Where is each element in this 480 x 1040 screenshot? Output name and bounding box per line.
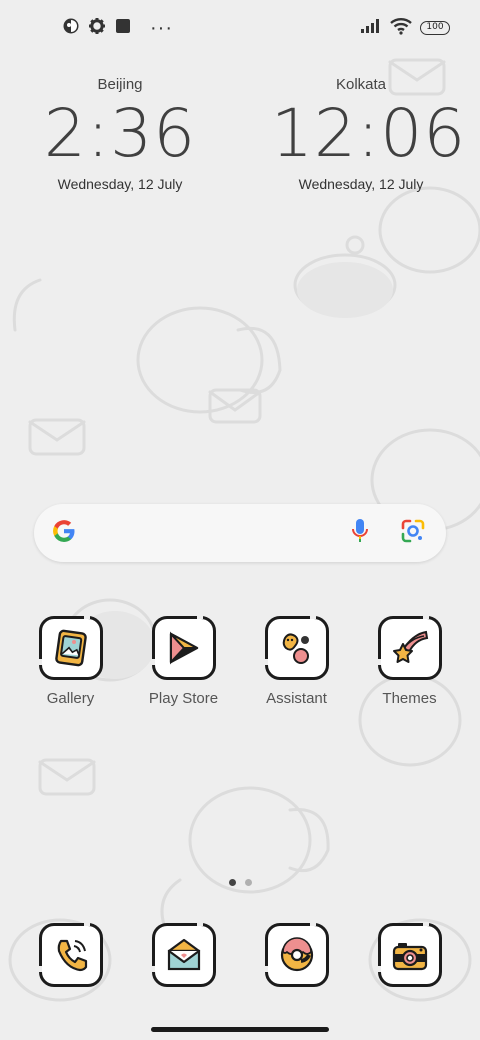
app-grid-row: Gallery Play Store Assistant Themes [0,616,480,707]
app-label: Assistant [266,690,327,707]
messages-envelope-icon [151,923,216,987]
page-dot-2[interactable] [244,879,252,886]
clock-widget-kolkata[interactable]: Kolkata 12:06 Wednesday, 12 July [271,76,467,192]
app-label: Themes [382,690,437,707]
square-icon [114,17,132,40]
dock-messages[interactable] [127,923,240,987]
browser-donut-icon [264,923,329,987]
clock-city: Beijing [97,76,143,93]
wifi-icon [390,17,412,40]
status-left: ··· [62,17,173,40]
app-label: Play Store [148,690,219,707]
google-lens-icon[interactable] [400,518,426,549]
page-dot-1[interactable] [228,879,236,886]
status-right: 100 [360,17,450,40]
dock-browser[interactable] [240,923,353,987]
clock-time: 2:36 [43,95,197,172]
dock-camera[interactable] [353,923,466,987]
camera-icon [377,923,442,987]
clock-time: 12:06 [271,95,467,172]
gallery-icon [38,616,103,680]
page-indicator [0,879,480,886]
app-label: Gallery [46,690,95,707]
app-gallery[interactable]: Gallery [14,616,127,707]
google-logo-icon [50,517,78,550]
search-actions [350,517,426,550]
dock-phone[interactable] [14,923,127,987]
clock-widget-beijing[interactable]: Beijing 2:36 Wednesday, 12 July [30,76,210,192]
clock-date: Wednesday, 12 July [298,176,424,192]
more-dots-icon: ··· [150,16,173,39]
microphone-icon[interactable] [350,517,370,550]
home-gesture-bar[interactable] [151,1027,329,1032]
phone-icon [38,923,103,987]
play-store-icon [151,616,216,680]
app-play-store[interactable]: Play Store [127,616,240,707]
status-bar: ··· 100 [0,0,480,56]
clock-city: Kolkata [335,76,387,93]
clock-date: Wednesday, 12 July [57,176,183,192]
circle-status-icon [62,17,80,40]
dock [0,923,480,987]
signal-icon [360,18,382,39]
google-search-bar[interactable] [34,504,446,562]
battery-icon: 100 [420,21,450,35]
app-themes[interactable]: Themes [353,616,466,707]
app-assistant[interactable]: Assistant [240,616,353,707]
themes-star-icon [377,616,442,680]
gear-icon [88,17,106,40]
assistant-icon [264,616,329,680]
